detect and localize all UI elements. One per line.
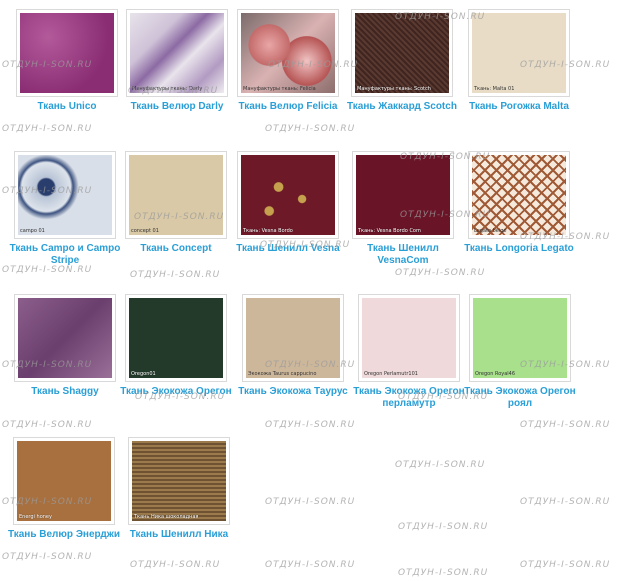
fabric-item-vesna[interactable]: Ткань: Vesna Bordo Ткань Шенилл Vesna xyxy=(230,151,346,255)
fabric-name-link[interactable]: Ткань Concept xyxy=(118,243,234,255)
fabric-name-link[interactable]: Ткань Экокожа Орегон роял xyxy=(462,386,578,410)
fabric-name-link[interactable]: Ткань Шенилл Ника xyxy=(121,529,237,541)
fabric-name-link[interactable]: Ткань Жаккард Scotch xyxy=(344,101,460,113)
fabric-thumbnail[interactable]: Мануфактуры ткань: Darly xyxy=(126,9,228,97)
fabric-thumbnail[interactable]: Ткань: Malta 01 xyxy=(468,9,570,97)
fabric-item-oregon-pearl[interactable]: Oregon Perlamutr101 Ткань Экокожа Орегон… xyxy=(351,294,467,410)
fabric-thumbnail[interactable]: concept 01 xyxy=(125,151,227,239)
fabric-name-link[interactable]: Ткань Shaggy xyxy=(7,386,123,398)
fabric-item-scotch[interactable]: Мануфактуры ткань: Scotch Ткань Жаккард … xyxy=(344,9,460,113)
fabric-item-energy[interactable]: Energi honey Ткань Велюр Энерджи xyxy=(6,437,122,541)
fabric-item-taurus[interactable]: Экокожа Taurus cappucino Ткань Экокожа Т… xyxy=(235,294,351,398)
fabric-thumbnail[interactable]: Energi honey xyxy=(13,437,115,525)
fabric-name-link[interactable]: Ткань Экокожа Таурус xyxy=(235,386,351,398)
fabric-item-malta[interactable]: Ткань: Malta 01 Ткань Рогожка Malta xyxy=(461,9,577,113)
fabric-thumbnail[interactable]: Мануфактуры ткань: Felicia xyxy=(237,9,339,97)
fabric-name-link[interactable]: Ткань Велюр Энерджи xyxy=(6,529,122,541)
fabric-item-vesnacom[interactable]: Ткань: Vesna Bordo Com Ткань Шенилл Vesn… xyxy=(345,151,461,267)
fabric-name-link[interactable]: Ткань Шенилл VesnaCom xyxy=(345,243,461,267)
fabric-name-link[interactable]: Ткань Экокожа Орегон xyxy=(118,386,234,398)
fabric-thumbnail[interactable] xyxy=(14,294,116,382)
fabric-item-oregon[interactable]: Oregon01 Ткань Экокожа Орегон xyxy=(118,294,234,398)
fabric-thumbnail[interactable]: Oregon Royal46 xyxy=(469,294,571,382)
fabric-name-link[interactable]: Ткань Рогожка Malta xyxy=(461,101,577,113)
fabric-item-nika[interactable]: Ткань Ника шоколадная Ткань Шенилл Ника xyxy=(121,437,237,541)
fabric-thumbnail[interactable]: Экокожа Taurus cappucino xyxy=(242,294,344,382)
fabric-thumbnail[interactable]: Legato beige xyxy=(468,151,570,239)
fabric-thumbnail[interactable]: campo 01 xyxy=(14,151,116,239)
fabric-name-link[interactable]: Ткань Unico xyxy=(9,101,125,113)
fabric-item-unico[interactable]: Ткань Unico xyxy=(9,9,125,113)
fabric-name-link[interactable]: Ткань Велюр Darly xyxy=(119,101,235,113)
fabric-name-link[interactable]: Ткань Longoria Legato xyxy=(461,243,577,255)
fabric-item-shaggy[interactable]: Ткань Shaggy xyxy=(7,294,123,398)
fabric-thumbnail[interactable]: Oregon Perlamutr101 xyxy=(358,294,460,382)
fabric-thumbnail[interactable]: Мануфактуры ткань: Scotch xyxy=(351,9,453,97)
fabric-thumbnail[interactable]: Ткань: Vesna Bordo xyxy=(237,151,339,239)
fabric-thumbnail[interactable]: Ткань: Vesna Bordo Com xyxy=(352,151,454,239)
fabric-item-legato[interactable]: Legato beige Ткань Longoria Legato xyxy=(461,151,577,255)
fabric-name-link[interactable]: Ткань Campo и Campo Stripe xyxy=(7,243,123,267)
fabric-name-link[interactable]: Ткань Экокожа Орегон перламутр xyxy=(351,386,467,410)
fabric-item-concept[interactable]: concept 01 Ткань Concept xyxy=(118,151,234,255)
fabric-catalog-grid: Ткань Unico Мануфактуры ткань: Darly Тка… xyxy=(0,0,619,581)
fabric-name-link[interactable]: Ткань Велюр Felicia xyxy=(230,101,346,113)
fabric-thumbnail[interactable]: Oregon01 xyxy=(125,294,227,382)
fabric-item-felicia[interactable]: Мануфактуры ткань: Felicia Ткань Велюр F… xyxy=(230,9,346,113)
fabric-item-campo[interactable]: campo 01 Ткань Campo и Campo Stripe xyxy=(7,151,123,267)
fabric-name-link[interactable]: Ткань Шенилл Vesna xyxy=(230,243,346,255)
fabric-item-oregon-royal[interactable]: Oregon Royal46 Ткань Экокожа Орегон роял xyxy=(462,294,578,410)
fabric-thumbnail[interactable] xyxy=(16,9,118,97)
fabric-thumbnail[interactable]: Ткань Ника шоколадная xyxy=(128,437,230,525)
fabric-item-darly[interactable]: Мануфактуры ткань: Darly Ткань Велюр Dar… xyxy=(119,9,235,113)
